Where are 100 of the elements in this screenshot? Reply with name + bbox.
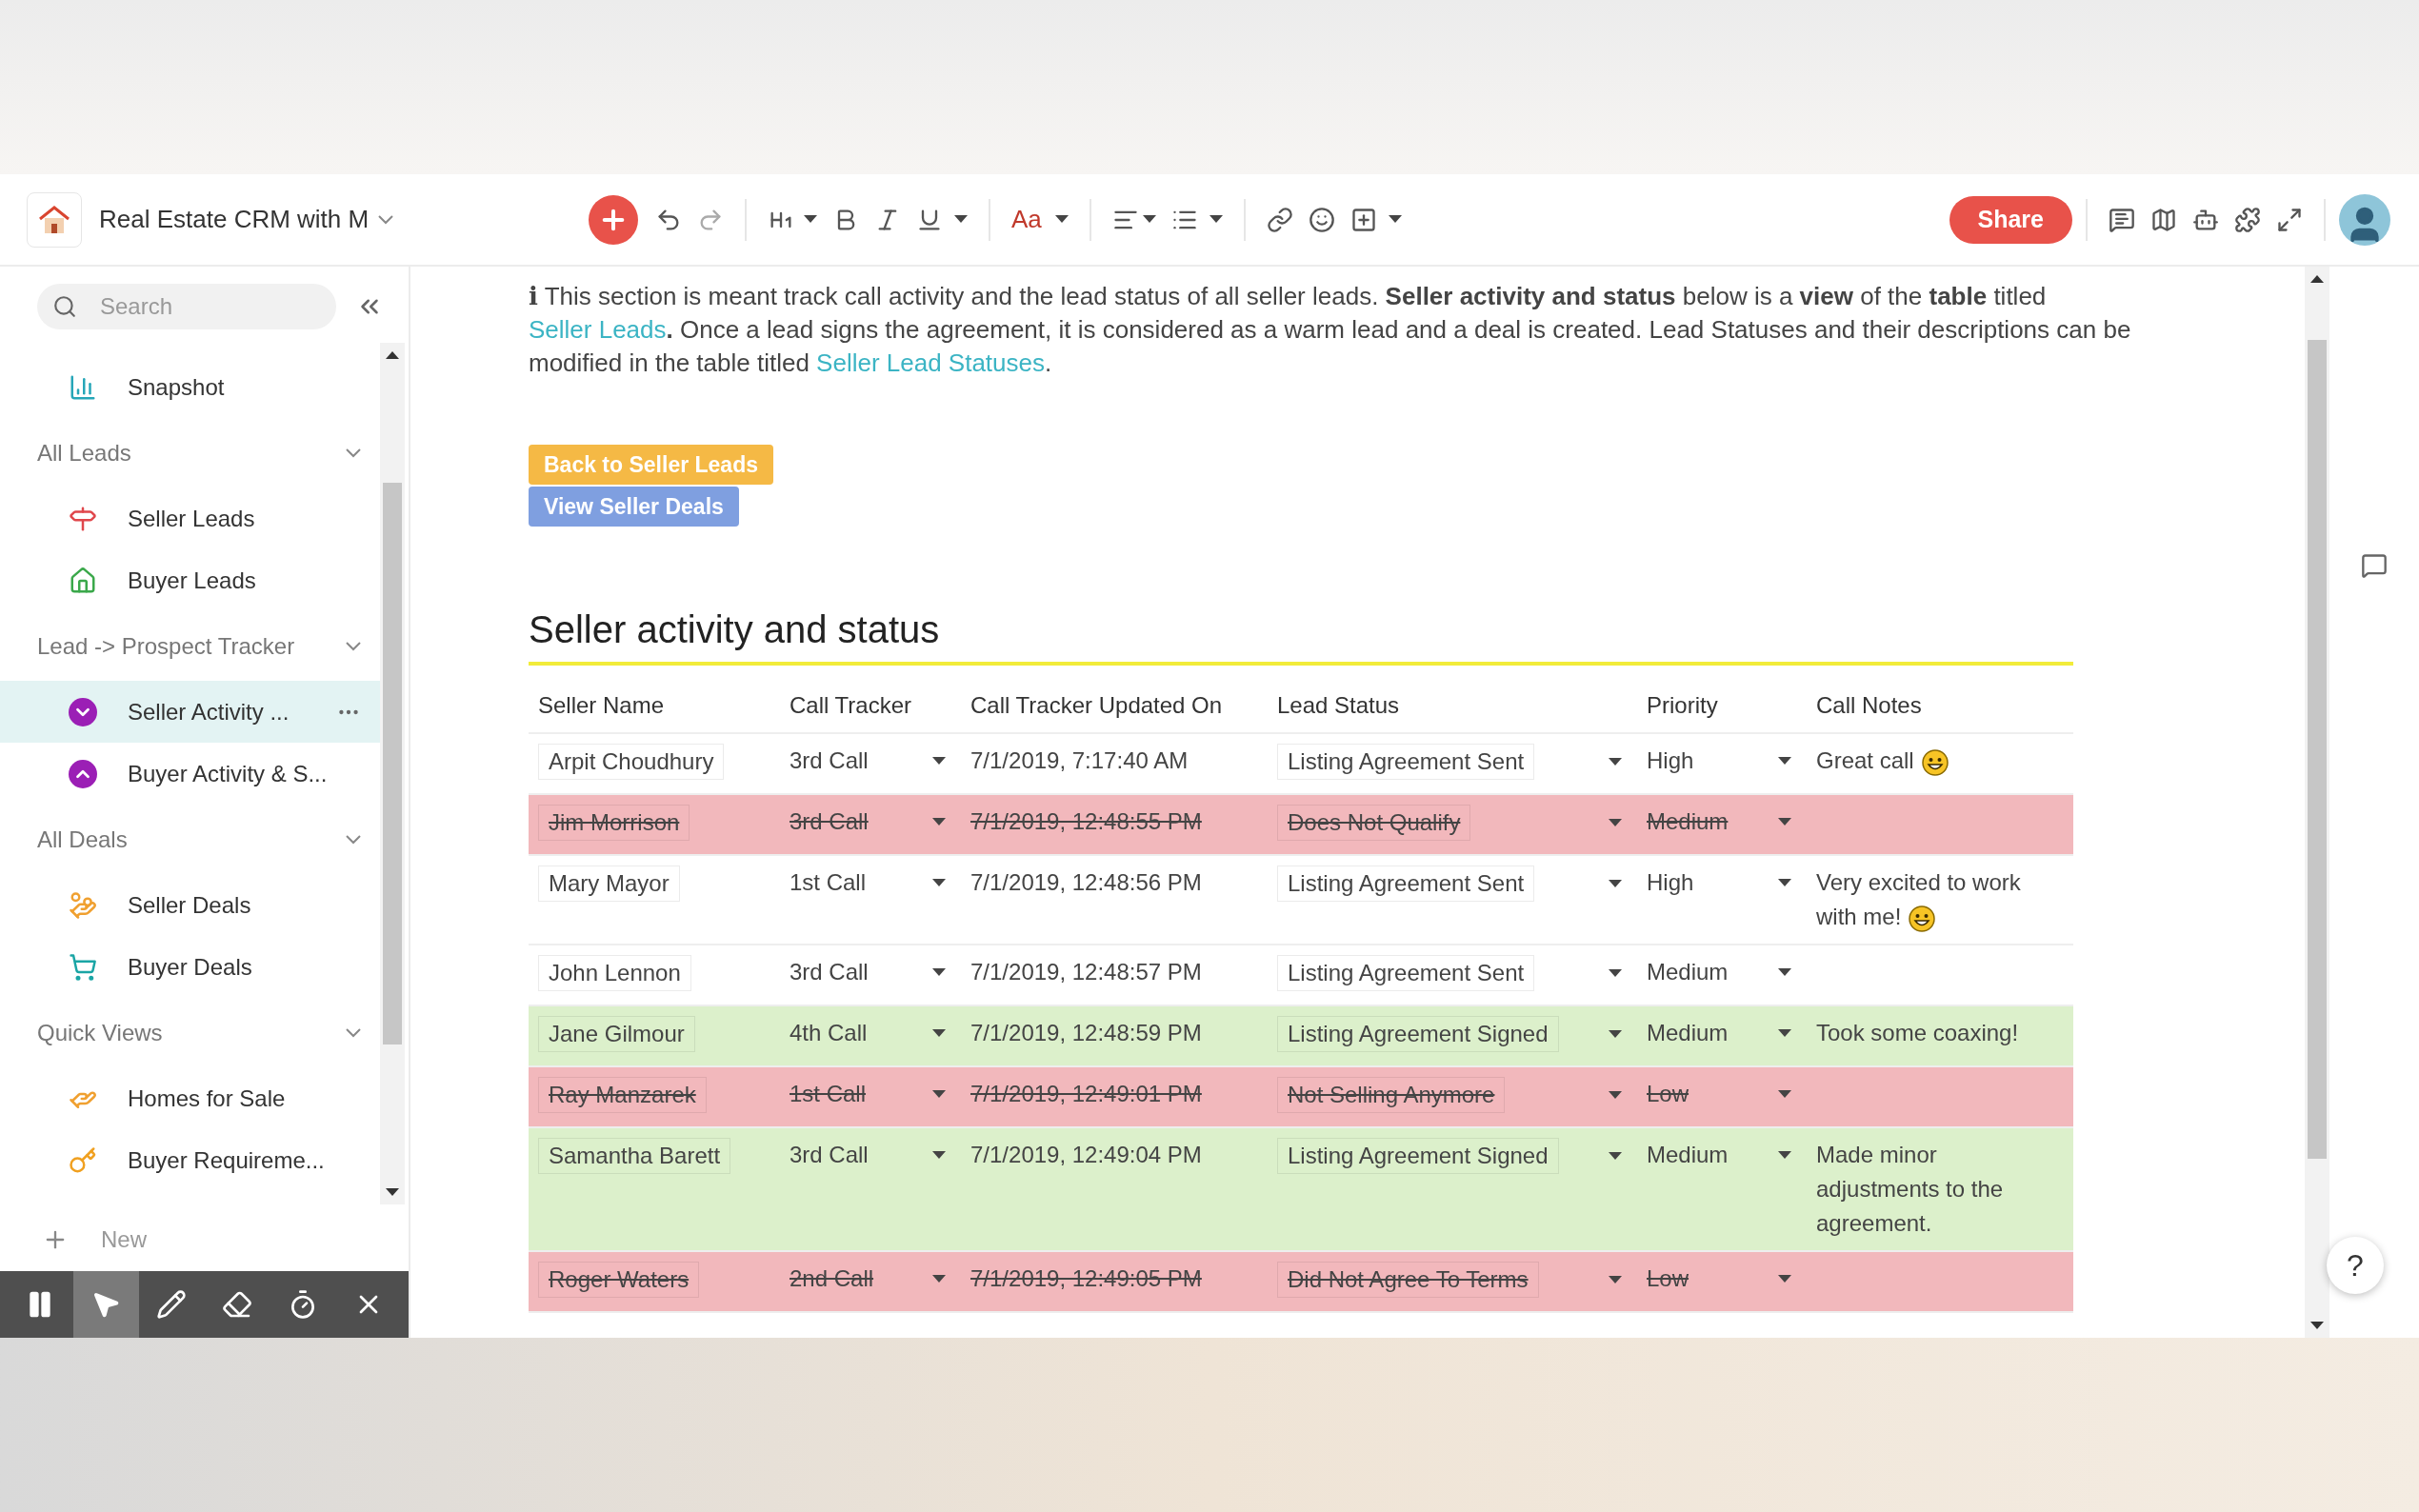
- column-header: Call Tracker Updated On: [970, 691, 1224, 720]
- sidebar-item[interactable]: Snapshot: [0, 356, 380, 418]
- sidebar-item-label: Buyer Requireme...: [128, 1145, 326, 1175]
- scroll-up-arrow-icon[interactable]: [386, 350, 399, 359]
- table-cell: 7/1/2019, 12:48:59 PM: [970, 1020, 1202, 1045]
- sidebar-item[interactable]: Seller Leads: [0, 487, 380, 549]
- table-row[interactable]: Jim Morrison 3rd Call 7/1/2019, 12:48:55 PM Does Not Qualify Medium: [529, 795, 2073, 856]
- sidebar-item-label: Seller Activity ...: [128, 697, 290, 726]
- document-title-dropdown[interactable]: Real Estate CRM with M: [99, 201, 518, 238]
- sidebar-section-header[interactable]: All Leads: [0, 418, 380, 487]
- section-title: Quick Views: [37, 1018, 164, 1047]
- avatar[interactable]: [2339, 193, 2390, 246]
- help-button[interactable]: ?: [2327, 1237, 2384, 1294]
- table-cell: 7/1/2019, 7:17:40 AM: [970, 747, 1189, 773]
- dropdown-cell[interactable]: High: [1647, 865, 1797, 900]
- table-cell: Jim Morrison: [538, 805, 690, 841]
- sidebar-scrollbar[interactable]: [380, 343, 405, 1204]
- app-logo: [27, 191, 82, 248]
- new-label: New: [101, 1225, 147, 1254]
- sidebar-item[interactable]: Buyer Deals: [0, 936, 380, 998]
- table-cell: 7/1/2019, 12:49:05 PM: [970, 1265, 1202, 1291]
- caret-icon: [1609, 757, 1622, 766]
- table-row[interactable]: Samantha Barett 3rd Call 7/1/2019, 12:49:04 PM Listing Agreement Signed Medium Made minor adjustments to the agreement.: [529, 1128, 2073, 1252]
- column-header: Seller Name: [537, 691, 666, 720]
- table-row[interactable]: Jane Gilmour 4th Call 7/1/2019, 12:48:59 PM Listing Agreement Signed Medium Took some coaxing!: [529, 1006, 2073, 1067]
- chevron-down-icon: [346, 448, 361, 458]
- puzzle-icon: [2234, 206, 2261, 233]
- sidebar-item-label: Buyer Activity & S...: [128, 759, 329, 788]
- table-cell: Made minor adjustments to the agreement.: [1816, 1142, 2004, 1236]
- section-title: Lead -> Prospect Tracker: [37, 631, 296, 661]
- hand-coins-icon: [69, 890, 97, 920]
- intro-paragraph: i This section is meant track call activity and the lead status of all seller leads. Seller activity and status below is a view of the table titled Seller Leads. Once a lead signs the agreement, it is considered as a warm lead and a deal is created. Lead Statuses and their descriptions can be modified in the table titled Seller Lead Statuses.: [529, 281, 2132, 379]
- font-button[interactable]: Aa: [1004, 194, 1076, 245]
- dropdown-cell[interactable]: 2nd Call: [790, 1262, 951, 1296]
- sidebar-item-label: Buyer Deals: [128, 952, 253, 982]
- dropdown-cell[interactable]: Medium: [1647, 1016, 1797, 1050]
- sidebar-item[interactable]: Seller Activity ...: [0, 681, 380, 743]
- table-cell: Ray Manzarek: [538, 1077, 707, 1113]
- dropdown-cell[interactable]: Low: [1647, 1077, 1797, 1111]
- dropdown-cell[interactable]: Medium: [1647, 805, 1797, 839]
- caret-icon: [954, 215, 968, 224]
- sidebar-item[interactable]: Buyer Requireme...: [0, 1129, 380, 1191]
- caret-icon: [932, 756, 946, 766]
- dropdown-cell[interactable]: Medium: [1647, 955, 1797, 989]
- caret-icon: [932, 1274, 946, 1283]
- scroll-down-arrow-icon[interactable]: [2310, 1322, 2324, 1330]
- dropdown-cell[interactable]: Low: [1647, 1262, 1797, 1296]
- table-cell: Jane Gilmour: [538, 1016, 695, 1052]
- search-field[interactable]: Search: [37, 284, 336, 329]
- caret-icon: [1609, 968, 1622, 978]
- scroll-up-arrow-icon[interactable]: [2310, 274, 2324, 283]
- sidebar-section-header[interactable]: Lead -> Prospect Tracker: [0, 611, 380, 681]
- comment-icon[interactable]: [2361, 552, 2388, 579]
- sidebar-item[interactable]: Seller Deals: [0, 874, 380, 936]
- dropdown-cell[interactable]: 3rd Call: [790, 744, 951, 778]
- dropdown-cell[interactable]: 4th Call: [790, 1016, 951, 1050]
- caret-icon: [1778, 1089, 1791, 1099]
- sidebar-item[interactable]: Buyer Leads: [0, 549, 380, 611]
- pencil-icon: [156, 1289, 188, 1320]
- sidebar-item-label: Snapshot: [128, 372, 226, 402]
- dropdown-cell[interactable]: 3rd Call: [790, 1138, 951, 1172]
- caret-icon: [932, 1150, 946, 1160]
- dropdown-cell[interactable]: 3rd Call: [790, 805, 951, 839]
- sidebar-item-label: Buyer Leads: [128, 566, 257, 595]
- sidebar-item-label: Seller Leads: [128, 504, 256, 533]
- cart-icon: [69, 952, 97, 982]
- dropdown-cell[interactable]: High: [1647, 744, 1797, 778]
- grin-emoji-icon: [1909, 905, 1936, 932]
- column-header: Priority: [1646, 691, 1719, 720]
- caret-icon: [1609, 1151, 1622, 1161]
- sidebar-section-header[interactable]: Quick Views: [0, 998, 380, 1067]
- comment-icon: [2109, 206, 2135, 233]
- eraser-icon: [221, 1289, 252, 1320]
- square-plus-icon: [1349, 206, 1377, 233]
- table-cell: 7/1/2019, 12:49:04 PM: [970, 1142, 1202, 1167]
- dropdown-cell[interactable]: Medium: [1647, 1138, 1797, 1172]
- section-heading: Seller activity and status: [529, 601, 2073, 666]
- table-cell: Mary Mayor: [538, 865, 680, 902]
- caret-icon: [1778, 817, 1791, 826]
- page-scrollbar[interactable]: [2305, 267, 2329, 1338]
- sidebar-section-header[interactable]: All Deals: [0, 805, 380, 874]
- pointer-tool[interactable]: [72, 1271, 139, 1338]
- caret-icon: [1778, 878, 1791, 887]
- caret-icon: [804, 215, 817, 224]
- caret-icon: [1778, 1150, 1791, 1160]
- table-row[interactable]: Roger Waters 2nd Call 7/1/2019, 12:49:05 PM Did Not Agree To Terms Low: [529, 1252, 2073, 1313]
- dropdown-cell[interactable]: 1st Call: [790, 865, 951, 900]
- dropdown-cell[interactable]: 3rd Call: [790, 955, 951, 989]
- dropdown-cell[interactable]: 1st Call: [790, 1077, 951, 1111]
- table-cell: Great call: [1816, 747, 1949, 773]
- caret-icon: [1388, 215, 1402, 224]
- house-icon: [69, 566, 97, 595]
- link-icon: [1266, 206, 1293, 233]
- caret-icon: [1054, 215, 1069, 224]
- share-button[interactable]: Share: [1949, 195, 2072, 244]
- table-row[interactable]: Ray Manzarek 1st Call 7/1/2019, 12:49:01 PM Not Selling Anymore Low: [529, 1067, 2073, 1128]
- add-button[interactable]: [589, 194, 638, 245]
- sidebar-item[interactable]: Homes for Sale: [0, 1067, 380, 1129]
- scroll-down-arrow-icon[interactable]: [386, 1188, 399, 1197]
- sidebar-item[interactable]: Buyer Activity & S...: [0, 743, 380, 805]
